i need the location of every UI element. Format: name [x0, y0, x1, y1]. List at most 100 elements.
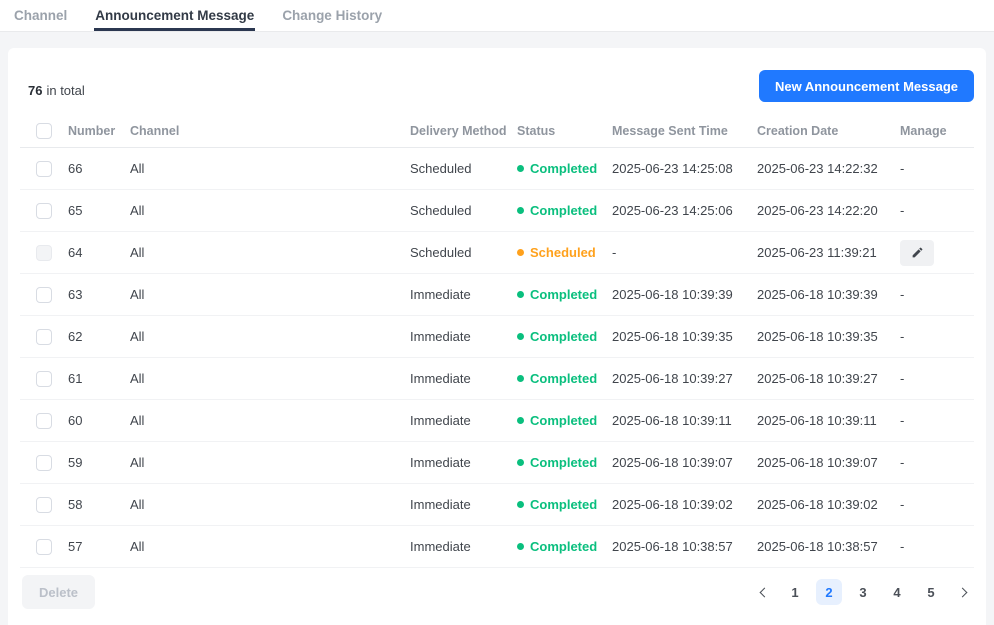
header-creation-date: Creation Date: [757, 124, 900, 138]
row-checkbox-cell: [20, 413, 68, 429]
cell-channel: All: [130, 287, 410, 302]
status-cell: Completed: [517, 497, 612, 512]
table-row: 66 All Scheduled Completed 2025-06-23 14…: [20, 148, 974, 190]
row-checkbox[interactable]: [36, 329, 52, 345]
cell-message-sent-time: -: [612, 245, 757, 260]
table-row: 61 All Immediate Completed 2025-06-18 10…: [20, 358, 974, 400]
status-label: Scheduled: [530, 245, 596, 260]
tab-announcement-message[interactable]: Announcement Message: [81, 0, 268, 31]
cell-number: 60: [68, 413, 130, 428]
status-cell: Completed: [517, 371, 612, 386]
cell-delivery-method: Immediate: [410, 539, 517, 554]
table-row: 57 All Immediate Completed 2025-06-18 10…: [20, 526, 974, 568]
status-label: Completed: [530, 287, 597, 302]
row-checkbox[interactable]: [36, 539, 52, 555]
cell-message-sent-time: 2025-06-18 10:39:39: [612, 287, 757, 302]
table-row: 60 All Immediate Completed 2025-06-18 10…: [20, 400, 974, 442]
status-dot-icon: [517, 459, 524, 466]
manage-dash: -: [900, 329, 904, 344]
cell-manage: -: [900, 413, 974, 428]
cell-message-sent-time: 2025-06-18 10:38:57: [612, 539, 757, 554]
status-cell: Completed: [517, 287, 612, 302]
select-all-checkbox[interactable]: [36, 123, 52, 139]
table-row: 63 All Immediate Completed 2025-06-18 10…: [20, 274, 974, 316]
row-checkbox[interactable]: [36, 245, 52, 261]
row-checkbox[interactable]: [36, 287, 52, 303]
cell-message-sent-time: 2025-06-18 10:39:35: [612, 329, 757, 344]
tab-change-history[interactable]: Change History: [268, 0, 396, 31]
prev-page-button[interactable]: [754, 579, 774, 605]
pencil-icon: [911, 246, 924, 259]
cell-channel: All: [130, 413, 410, 428]
page-number-button[interactable]: 5: [918, 579, 944, 605]
new-announcement-button[interactable]: New Announcement Message: [759, 70, 974, 102]
cell-delivery-method: Scheduled: [410, 203, 517, 218]
cell-manage: -: [900, 539, 974, 554]
chevron-left-icon: [759, 587, 769, 597]
row-checkbox[interactable]: [36, 413, 52, 429]
cell-creation-date: 2025-06-18 10:39:07: [757, 455, 900, 470]
cell-channel: All: [130, 455, 410, 470]
manage-dash: -: [900, 287, 904, 302]
chevron-right-icon: [957, 587, 967, 597]
status-label: Completed: [530, 455, 597, 470]
row-checkbox-cell: [20, 497, 68, 513]
cell-manage: -: [900, 371, 974, 386]
tab-channel[interactable]: Channel: [0, 0, 81, 31]
next-page-button[interactable]: [952, 579, 972, 605]
row-checkbox[interactable]: [36, 455, 52, 471]
manage-dash: -: [900, 413, 904, 428]
pagination: 1 2 3 4 5: [754, 579, 974, 605]
status-label: Completed: [530, 413, 597, 428]
cell-number: 61: [68, 371, 130, 386]
cell-creation-date: 2025-06-23 11:39:21: [757, 245, 900, 260]
row-checkbox[interactable]: [36, 371, 52, 387]
edit-button[interactable]: [900, 240, 934, 266]
page-number-button[interactable]: 1: [782, 579, 808, 605]
row-checkbox-cell: [20, 161, 68, 177]
row-checkbox[interactable]: [36, 161, 52, 177]
page-number-button[interactable]: 4: [884, 579, 910, 605]
total-count-suffix: in total: [46, 83, 84, 98]
status-cell: Completed: [517, 539, 612, 554]
table-header: Number Channel Delivery Method Status Me…: [20, 114, 974, 148]
cell-creation-date: 2025-06-23 14:22:32: [757, 161, 900, 176]
cell-manage: -: [900, 497, 974, 512]
page-number-button[interactable]: 2: [816, 579, 842, 605]
status-label: Completed: [530, 497, 597, 512]
cell-number: 59: [68, 455, 130, 470]
cell-delivery-method: Immediate: [410, 455, 517, 470]
total-count-label: 76in total: [20, 83, 85, 102]
page-number-button[interactable]: 3: [850, 579, 876, 605]
cell-delivery-method: Immediate: [410, 329, 517, 344]
cell-message-sent-time: 2025-06-23 14:25:06: [612, 203, 757, 218]
cell-delivery-method: Scheduled: [410, 245, 517, 260]
row-checkbox-cell: [20, 329, 68, 345]
table-row: 65 All Scheduled Completed 2025-06-23 14…: [20, 190, 974, 232]
row-checkbox[interactable]: [36, 203, 52, 219]
cell-number: 65: [68, 203, 130, 218]
header-channel: Channel: [130, 124, 410, 138]
row-checkbox-cell: [20, 371, 68, 387]
header-status: Status: [517, 124, 612, 138]
cell-creation-date: 2025-06-18 10:39:35: [757, 329, 900, 344]
status-label: Completed: [530, 539, 597, 554]
status-label: Completed: [530, 329, 597, 344]
status-dot-icon: [517, 249, 524, 256]
cell-manage: -: [900, 203, 974, 218]
header-checkbox-cell: [20, 123, 68, 139]
tab-bar: Channel Announcement Message Change Hist…: [0, 0, 994, 32]
cell-channel: All: [130, 161, 410, 176]
cell-manage: -: [900, 287, 974, 302]
cell-delivery-method: Immediate: [410, 287, 517, 302]
cell-manage: [900, 240, 974, 266]
status-cell: Completed: [517, 455, 612, 470]
row-checkbox[interactable]: [36, 497, 52, 513]
row-checkbox-cell: [20, 287, 68, 303]
status-dot-icon: [517, 165, 524, 172]
cell-number: 63: [68, 287, 130, 302]
delete-button[interactable]: Delete: [22, 575, 95, 609]
cell-message-sent-time: 2025-06-18 10:39:11: [612, 413, 757, 428]
status-dot-icon: [517, 207, 524, 214]
header-number: Number: [68, 124, 130, 138]
